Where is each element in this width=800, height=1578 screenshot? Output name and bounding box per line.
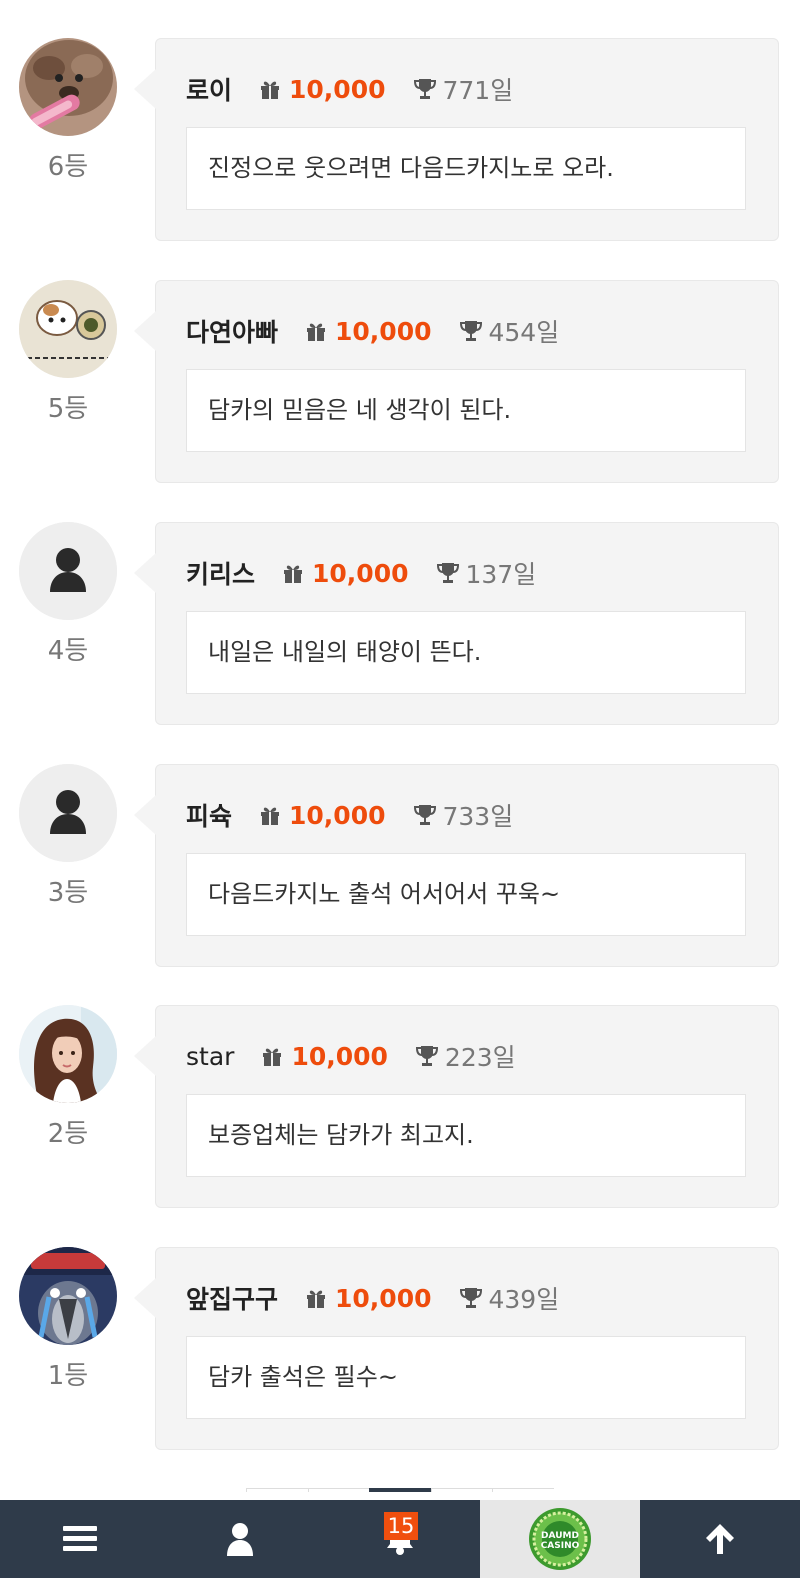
rank-label: 6등 bbox=[47, 152, 89, 182]
trophy-icon bbox=[412, 802, 438, 828]
card-pointer bbox=[134, 1036, 156, 1076]
gift-icon bbox=[258, 77, 282, 101]
attendance-entry: 3등 피슉 10,000 733일 다음드카지노 출석 어서어서 꾸욱~ bbox=[0, 764, 800, 969]
arrow-up-icon bbox=[706, 1524, 734, 1554]
comment-message: 다음드카지노 출석 어서어서 꾸욱~ bbox=[186, 853, 746, 936]
entry-meta: 로이 10,000 771일 bbox=[186, 71, 513, 107]
comment-message: 내일은 내일의 태양이 뜬다. bbox=[186, 611, 746, 694]
nickname[interactable]: star bbox=[186, 1042, 234, 1071]
pagination bbox=[246, 1488, 554, 1492]
points-value: 10,000 bbox=[289, 800, 386, 830]
nickname[interactable]: 로이 bbox=[186, 71, 232, 107]
menu-icon bbox=[63, 1526, 97, 1551]
rank-label: 1등 bbox=[47, 1361, 89, 1391]
nickname[interactable]: 다연아빠 bbox=[186, 313, 278, 349]
logo-text-top: DAUMD bbox=[541, 1531, 579, 1541]
page-button[interactable] bbox=[246, 1488, 308, 1492]
attendance-days: 733일 bbox=[442, 802, 514, 831]
nickname[interactable]: 키리스 bbox=[186, 555, 255, 591]
default-avatar[interactable] bbox=[19, 764, 117, 862]
attendance-days: 771일 bbox=[442, 76, 514, 105]
page-button[interactable] bbox=[492, 1488, 554, 1492]
nickname[interactable]: 피슉 bbox=[186, 797, 232, 833]
gift-icon bbox=[258, 803, 282, 827]
avatar[interactable] bbox=[19, 1247, 117, 1345]
comment-card: 다연아빠 10,000 454일 담카의 믿음은 네 생각이 된다. bbox=[134, 280, 779, 483]
notification-badge: 15 bbox=[384, 1512, 418, 1540]
gift-icon bbox=[260, 1044, 284, 1068]
attendance-entry: 1등 앞집구구 10,000 439일 담카 출석은 필수~ bbox=[0, 1247, 800, 1452]
user-icon bbox=[227, 1523, 253, 1556]
comment-message: 담카의 믿음은 네 생각이 된다. bbox=[186, 369, 746, 452]
page-button[interactable] bbox=[430, 1488, 493, 1492]
logo-text-bottom: CASINO bbox=[541, 1541, 580, 1551]
gift-icon bbox=[304, 1286, 328, 1310]
trophy-icon bbox=[458, 318, 484, 344]
default-avatar[interactable] bbox=[19, 522, 117, 620]
avatar[interactable] bbox=[19, 1005, 117, 1103]
card-pointer bbox=[134, 1278, 156, 1318]
attendance-entry: 2등 star 10,000 223일 보증업체는 담카가 최고지. bbox=[0, 1005, 800, 1210]
user-icon bbox=[19, 522, 117, 620]
user-icon bbox=[19, 764, 117, 862]
comment-card: 피슉 10,000 733일 다음드카지노 출석 어서어서 꾸욱~ bbox=[134, 764, 779, 967]
card-pointer bbox=[134, 69, 156, 109]
trophy-icon bbox=[414, 1043, 440, 1069]
avatar[interactable] bbox=[19, 280, 117, 378]
menu-button[interactable] bbox=[0, 1500, 160, 1578]
attendance-days: 439일 bbox=[488, 1285, 560, 1314]
attendance-list-page: 6등 로이 10,000 771일 진정으로 웃으려면 다음드카지노로 오라. bbox=[0, 0, 800, 1578]
trophy-icon bbox=[435, 560, 461, 586]
points-value: 10,000 bbox=[289, 74, 386, 104]
trophy-icon bbox=[458, 1285, 484, 1311]
comment-card: 앞집구구 10,000 439일 담카 출석은 필수~ bbox=[134, 1247, 779, 1450]
points-value: 10,000 bbox=[335, 316, 432, 346]
home-logo-button[interactable]: DAUMD CASINO bbox=[480, 1500, 640, 1578]
trophy-icon bbox=[412, 76, 438, 102]
scroll-top-button[interactable] bbox=[640, 1500, 800, 1578]
card-pointer bbox=[134, 795, 156, 835]
casino-logo-icon: DAUMD CASINO bbox=[529, 1508, 591, 1570]
bottom-nav: 15 DAUMD CASINO bbox=[0, 1500, 800, 1578]
page-button-current[interactable] bbox=[369, 1488, 431, 1492]
rank-label: 4등 bbox=[47, 636, 89, 666]
profile-button[interactable] bbox=[160, 1500, 320, 1578]
attendance-entry: 4등 키리스 10,000 137일 내일은 내일의 태양이 뜬다. bbox=[0, 522, 800, 727]
page-button[interactable] bbox=[307, 1488, 370, 1492]
points-value: 10,000 bbox=[335, 1283, 432, 1313]
attendance-days: 223일 bbox=[444, 1043, 516, 1072]
gift-icon bbox=[304, 319, 328, 343]
entry-meta: 앞집구구 10,000 439일 bbox=[186, 1280, 559, 1316]
entry-meta: 키리스 10,000 137일 bbox=[186, 555, 536, 591]
entry-meta: star 10,000 223일 bbox=[186, 1038, 516, 1074]
points-value: 10,000 bbox=[291, 1041, 388, 1071]
attendance-days: 454일 bbox=[488, 318, 560, 347]
entry-meta: 피슉 10,000 733일 bbox=[186, 797, 513, 833]
attendance-days: 137일 bbox=[465, 560, 537, 589]
attendance-entry: 5등 다연아빠 10,000 454일 담카의 믿음은 네 생각이 된다. bbox=[0, 280, 800, 485]
comment-message: 보증업체는 담카가 최고지. bbox=[186, 1094, 746, 1177]
comment-message: 담카 출석은 필수~ bbox=[186, 1336, 746, 1419]
comment-card: 키리스 10,000 137일 내일은 내일의 태양이 뜬다. bbox=[134, 522, 779, 725]
comment-card: 로이 10,000 771일 진정으로 웃으려면 다음드카지노로 오라. bbox=[134, 38, 779, 241]
card-pointer bbox=[134, 311, 156, 351]
nickname[interactable]: 앞집구구 bbox=[186, 1280, 278, 1316]
comment-card: star 10,000 223일 보증업체는 담카가 최고지. bbox=[134, 1005, 779, 1208]
avatar[interactable] bbox=[19, 38, 117, 136]
rank-label: 3등 bbox=[47, 878, 89, 908]
card-pointer bbox=[134, 553, 156, 593]
comment-message: 진정으로 웃으려면 다음드카지노로 오라. bbox=[186, 127, 746, 210]
points-value: 10,000 bbox=[312, 558, 409, 588]
notification-button[interactable]: 15 bbox=[320, 1500, 480, 1578]
gift-icon bbox=[281, 561, 305, 585]
attendance-entry: 6등 로이 10,000 771일 진정으로 웃으려면 다음드카지노로 오라. bbox=[0, 38, 800, 243]
rank-label: 5등 bbox=[47, 394, 89, 424]
entry-meta: 다연아빠 10,000 454일 bbox=[186, 313, 559, 349]
rank-label: 2등 bbox=[47, 1119, 89, 1149]
